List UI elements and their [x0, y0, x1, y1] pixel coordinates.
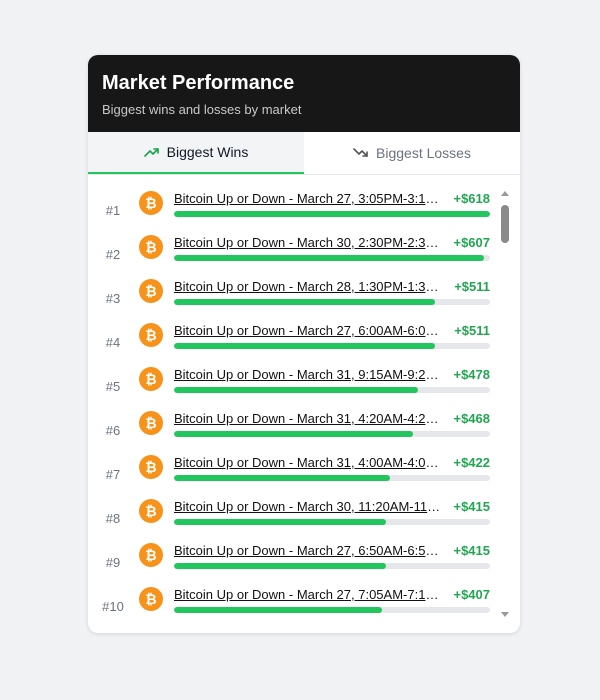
pnl-bar-track	[174, 607, 490, 613]
bitcoin-icon: ₿	[139, 455, 163, 479]
market-link[interactable]: Bitcoin Up or Down - March 31, 9:15AM-9:…	[174, 367, 442, 383]
pnl-bar-fill	[174, 299, 436, 305]
pnl-bar-fill	[174, 387, 419, 393]
pnl-bar-fill	[174, 563, 387, 569]
pnl-bar-fill	[174, 255, 485, 261]
pnl-amount: +$415	[453, 543, 490, 558]
pnl-bar-track	[174, 343, 490, 349]
bitcoin-icon: ₿	[139, 323, 163, 347]
market-link[interactable]: Bitcoin Up or Down - March 27, 6:00AM-6:…	[174, 323, 442, 339]
pnl-amount: +$415	[453, 499, 490, 514]
trending-up-icon	[143, 146, 160, 158]
table-row: #9 ₿ Bitcoin Up or Down - March 27, 6:50AM…	[88, 541, 520, 585]
bitcoin-icon: ₿	[139, 279, 163, 303]
table-row: #4 ₿ Bitcoin Up or Down - March 27, 6:00AM…	[88, 321, 520, 365]
market-link[interactable]: Bitcoin Up or Down - March 30, 11:20AM-1…	[174, 499, 442, 515]
market-performance-card: Market Performance Biggest wins and loss…	[88, 55, 520, 633]
pnl-amount: +$511	[454, 279, 490, 294]
tab-biggest-losses-label: Biggest Losses	[376, 145, 471, 161]
pnl-amount: +$407	[453, 587, 490, 602]
market-list: #1 ₿ Bitcoin Up or Down - March 27, 3:05PM…	[88, 175, 520, 629]
market-link[interactable]: Bitcoin Up or Down - March 28, 1:30PM-1:…	[174, 279, 442, 295]
table-row: #5 ₿ Bitcoin Up or Down - March 31, 9:15AM…	[88, 365, 520, 409]
market-link[interactable]: Bitcoin Up or Down - March 30, 2:30PM-2:…	[174, 235, 442, 251]
pnl-bar-track	[174, 563, 490, 569]
rank-label: #6	[105, 423, 121, 438]
rank-label: #10	[102, 599, 124, 614]
pnl-amount: +$618	[453, 191, 490, 206]
rank-label: #7	[105, 467, 121, 482]
pnl-bar-track	[174, 475, 490, 481]
scroll-thumb[interactable]	[501, 205, 509, 243]
table-row: #2 ₿ Bitcoin Up or Down - March 30, 2:30PM…	[88, 233, 520, 277]
bitcoin-icon: ₿	[139, 191, 163, 215]
pnl-bar-fill	[174, 431, 414, 437]
pnl-bar-fill	[174, 343, 436, 349]
bitcoin-icon: ₿	[139, 543, 163, 567]
table-row: #7 ₿ Bitcoin Up or Down - March 31, 4:00AM…	[88, 453, 520, 497]
table-row: #6 ₿ Bitcoin Up or Down - March 31, 4:20AM…	[88, 409, 520, 453]
table-row: #1 ₿ Bitcoin Up or Down - March 27, 3:05PM…	[88, 189, 520, 233]
table-row: #3 ₿ Bitcoin Up or Down - March 28, 1:30PM…	[88, 277, 520, 321]
table-row: #8 ₿ Bitcoin Up or Down - March 30, 11:20A…	[88, 497, 520, 541]
rank-label: #4	[105, 335, 121, 350]
pnl-bar-track	[174, 211, 490, 217]
bitcoin-icon: ₿	[139, 587, 163, 611]
pnl-bar-track	[174, 255, 490, 261]
pnl-bar-fill	[174, 519, 387, 525]
pnl-bar-track	[174, 299, 490, 305]
card-header: Market Performance Biggest wins and loss…	[88, 55, 520, 132]
market-list-container[interactable]: #1 ₿ Bitcoin Up or Down - March 27, 3:05PM…	[88, 175, 520, 633]
bitcoin-icon: ₿	[139, 499, 163, 523]
market-link[interactable]: Bitcoin Up or Down - March 31, 4:00AM-4:…	[174, 455, 442, 471]
market-link[interactable]: Bitcoin Up or Down - March 27, 6:50AM-6:…	[174, 543, 442, 559]
pnl-bar-track	[174, 387, 490, 393]
rank-label: #8	[105, 511, 121, 526]
pnl-amount: +$511	[454, 323, 490, 338]
card-subtitle: Biggest wins and losses by market	[102, 102, 302, 117]
pnl-bar-track	[174, 519, 490, 525]
list-scrollbar[interactable]	[500, 189, 510, 619]
tab-bar: Biggest Wins Biggest Losses	[88, 132, 520, 175]
bitcoin-icon: ₿	[139, 235, 163, 259]
pnl-bar-fill	[174, 607, 383, 613]
pnl-amount: +$478	[453, 367, 490, 382]
pnl-bar-fill	[174, 211, 490, 217]
rank-label: #1	[105, 203, 121, 218]
scroll-down-arrow-icon[interactable]	[501, 612, 509, 617]
rank-label: #2	[105, 247, 121, 262]
bitcoin-icon: ₿	[139, 367, 163, 391]
scroll-up-arrow-icon[interactable]	[501, 191, 509, 196]
pnl-amount: +$607	[453, 235, 490, 250]
rank-label: #5	[105, 379, 121, 394]
pnl-amount: +$468	[453, 411, 490, 426]
pnl-bar-track	[174, 431, 490, 437]
market-link[interactable]: Bitcoin Up or Down - March 27, 7:05AM-7:…	[174, 587, 442, 603]
rank-label: #9	[105, 555, 121, 570]
pnl-amount: +$422	[453, 455, 490, 470]
market-link[interactable]: Bitcoin Up or Down - March 31, 4:20AM-4:…	[174, 411, 442, 427]
table-row: #10 ₿ Bitcoin Up or Down - March 27, 7:05A…	[88, 585, 520, 629]
bitcoin-icon: ₿	[139, 411, 163, 435]
trending-down-icon	[353, 147, 369, 159]
pnl-bar-fill	[174, 475, 390, 481]
card-title: Market Performance	[102, 72, 295, 94]
market-link[interactable]: Bitcoin Up or Down - March 27, 3:05PM-3:…	[174, 191, 442, 207]
rank-label: #3	[105, 291, 121, 306]
tab-biggest-wins-label: Biggest Wins	[166, 144, 249, 160]
tab-biggest-wins[interactable]: Biggest Wins	[88, 132, 304, 174]
tab-biggest-losses[interactable]: Biggest Losses	[304, 132, 520, 174]
